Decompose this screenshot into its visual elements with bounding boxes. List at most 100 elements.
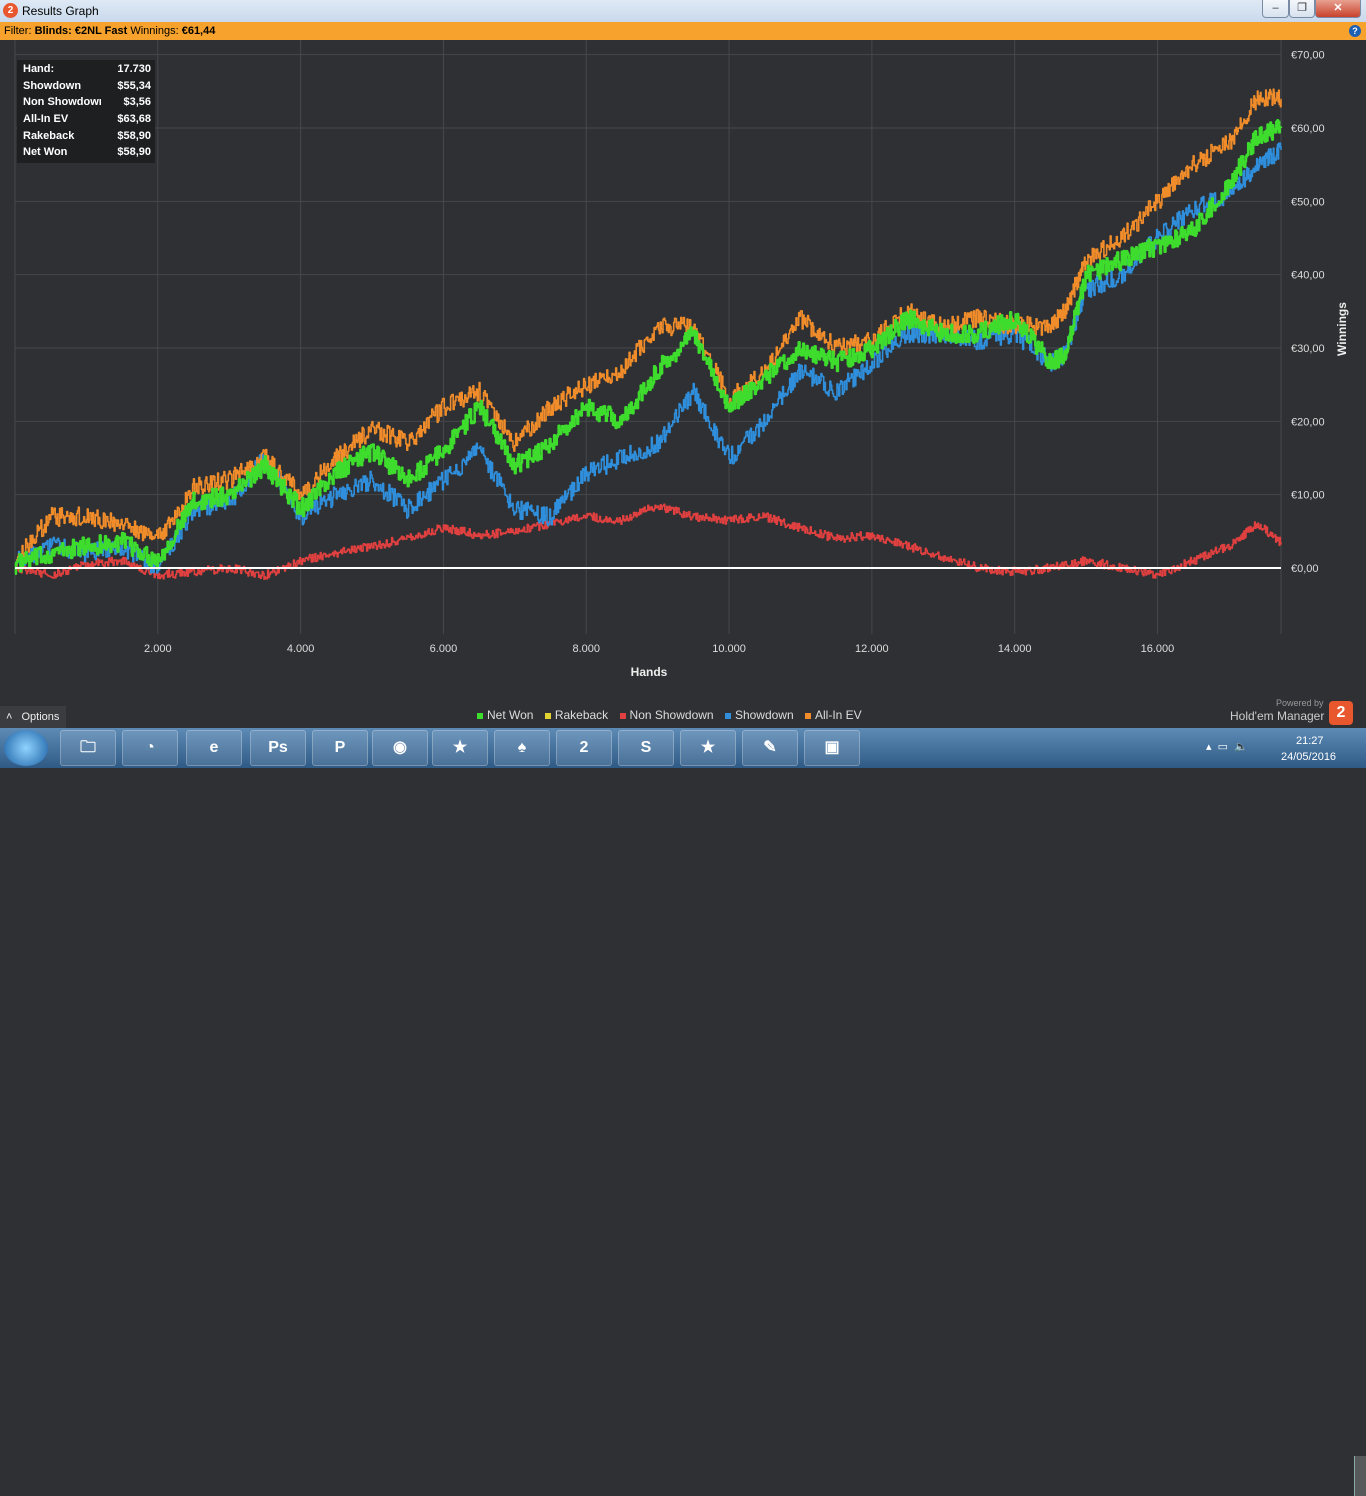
legend-swatch <box>805 712 811 719</box>
legend-swatch <box>619 712 626 719</box>
legend-item-non-showdown[interactable]: Non Showdown <box>619 708 714 722</box>
taskbar-app-pokerx[interactable]: P <box>312 730 368 766</box>
x-tick-label: 2.000 <box>144 643 172 655</box>
legend-label: Net Won <box>487 708 534 722</box>
y-axis-title: Winnings <box>1335 302 1349 356</box>
photoshop-icon: Ps <box>268 739 288 756</box>
powered-by-text: Powered by <box>1276 698 1324 708</box>
y-tick-label: €60,00 <box>1291 123 1325 135</box>
pokerstars-icon: ★ <box>452 739 468 756</box>
help-icon[interactable]: ? <box>1349 25 1361 37</box>
filter-prefix: Filter: <box>4 25 32 37</box>
filter-bar[interactable]: Filter: Blinds: €2NL Fast Winnings: €61,… <box>0 22 1366 40</box>
minimize-button[interactable]: – <box>1262 0 1289 18</box>
legend-label: Showdown <box>734 708 794 722</box>
hm-app-icon: 2 <box>3 3 18 18</box>
taskbar-app-poker-app[interactable]: ♠ <box>494 730 550 766</box>
taskbar-app-photos[interactable]: ▣ <box>804 730 860 766</box>
x-tick-label: 10.000 <box>712 643 746 655</box>
hm-logo-icon: 2 <box>1329 701 1353 725</box>
filter-winnings-label: Winnings: <box>130 25 179 37</box>
notes-icon: ✎ <box>763 739 777 756</box>
brand-name: Hold'em Manager <box>1230 709 1325 723</box>
legend-item-all-in-ev[interactable]: All-In EV <box>805 708 862 722</box>
x-tick-label: 14.000 <box>998 643 1032 655</box>
taskbar-app-internet-explorer[interactable]: e <box>186 730 242 766</box>
taskbar-app-chrome[interactable]: ◉ <box>372 730 428 766</box>
stat-value: $3,56 <box>123 96 151 108</box>
taskbar-app-pokerstars-2[interactable]: ★ <box>680 730 736 766</box>
y-tick-label: €0,00 <box>1291 563 1319 575</box>
taskbar-app-explorer[interactable]: 🗀 <box>60 730 116 766</box>
legend-item-rakeback[interactable]: Rakeback <box>544 708 609 722</box>
taskbar-app-skype[interactable]: S <box>618 730 674 766</box>
show-desktop-button[interactable] <box>1354 1456 1366 1496</box>
taskbar-app-holdem-manager[interactable]: 2 <box>556 730 612 766</box>
y-tick-label: €70,00 <box>1291 50 1325 62</box>
stats-box: Hand: 17.730 Showdown $55,34 Non Showdow… <box>17 60 155 163</box>
taskbar-app-notes[interactable]: ✎ <box>742 730 798 766</box>
photos-icon: ▣ <box>824 739 840 756</box>
stat-row-rakeback: Rakeback $58,90 <box>23 130 151 146</box>
clock-date[interactable]: 24/05/2016 <box>1281 751 1336 763</box>
stat-row-net-won: Net Won $58,90 <box>23 146 151 162</box>
stat-row-all-in-ev: All-In EV $63,68 <box>23 113 151 129</box>
legend-label: Non Showdown <box>629 708 714 722</box>
chart-legend: Net Won Rakeback Non Showdown Showdown A… <box>477 708 870 722</box>
stat-label: Rakeback <box>23 130 75 142</box>
start-button[interactable] <box>4 730 48 766</box>
stat-label: Showdown <box>23 80 82 92</box>
legend-item-showdown[interactable]: Showdown <box>724 708 794 722</box>
stat-label: Net Won <box>23 146 68 158</box>
pokerx-icon: P <box>334 739 346 756</box>
legend-swatch <box>477 712 483 719</box>
stat-value: $58,90 <box>117 146 151 158</box>
tray-icons[interactable]: ▴ ▭ 🔈 <box>1206 740 1248 753</box>
x-tick-label: 16.000 <box>1141 643 1175 655</box>
window-title: Results Graph <box>22 4 99 18</box>
chevron-up-icon: ˄ <box>6 711 13 723</box>
y-tick-label: €50,00 <box>1291 196 1325 208</box>
stat-value: $55,34 <box>117 80 151 92</box>
legend-swatch <box>724 712 731 719</box>
legend-swatch <box>544 712 551 719</box>
windows-taskbar: 🗀 ◔ e Ps P ◉ ★ ♠ 2 S ★ ✎ ▣ <box>0 728 1366 1496</box>
x-tick-label: 6.000 <box>430 643 458 655</box>
x-axis-title: Hands <box>631 665 668 679</box>
legend-label: Rakeback <box>554 708 609 722</box>
stat-value: $58,90 <box>117 130 151 142</box>
stat-value: $63,68 <box>117 113 151 125</box>
results-chart: €0,00 €10,00 €20,00 €30,00 €40,00 €50,00 €60,0… <box>0 40 1366 693</box>
x-tick-label: 12.000 <box>855 643 889 655</box>
taskbar-app-pokerstars[interactable]: ★ <box>432 730 488 766</box>
stat-label: Hand: <box>23 63 55 75</box>
internet-explorer-icon: e <box>209 739 219 756</box>
chrome-icon: ◉ <box>393 739 407 756</box>
y-tick-label: €20,00 <box>1291 416 1325 428</box>
legend-label: All-In EV <box>815 708 862 722</box>
results-chart-svg: €0,00 €10,00 €20,00 €30,00 €40,00 €50,00 €60,0… <box>14 40 1349 679</box>
stat-row-hand: Hand: 17.730 <box>23 63 151 79</box>
window-titlebar: 2 Results Graph – ❐ ✕ <box>0 0 1366 22</box>
x-tick-label: 8.000 <box>572 643 600 655</box>
options-label: Options <box>21 711 60 723</box>
maximize-button[interactable]: ❐ <box>1289 0 1315 18</box>
x-tick-label: 4.000 <box>287 643 315 655</box>
stat-row-showdown: Showdown $55,34 <box>23 80 151 96</box>
options-button[interactable]: ˄ Options <box>0 706 66 728</box>
pokerstars-2-icon: ★ <box>700 739 716 756</box>
close-button[interactable]: ✕ <box>1315 0 1361 18</box>
stat-label: All-In EV <box>23 113 69 125</box>
poker-app-icon: ♠ <box>517 739 527 756</box>
y-tick-label: €40,00 <box>1291 270 1325 282</box>
filter-winnings-value: €61,44 <box>181 25 216 37</box>
taskbar-app-blender[interactable]: ◔ <box>122 730 178 766</box>
filter-blinds: Blinds: €2NL Fast <box>34 25 128 37</box>
stat-value: 17.730 <box>117 63 151 75</box>
holdem-manager-icon: 2 <box>579 739 589 756</box>
clock-time[interactable]: 21:27 <box>1296 735 1324 747</box>
legend-item-net-won[interactable]: Net Won <box>477 708 533 722</box>
blender-icon: ◔ <box>145 739 155 756</box>
stat-label: Non Showdown <box>23 96 101 108</box>
taskbar-app-photoshop[interactable]: Ps <box>250 730 306 766</box>
